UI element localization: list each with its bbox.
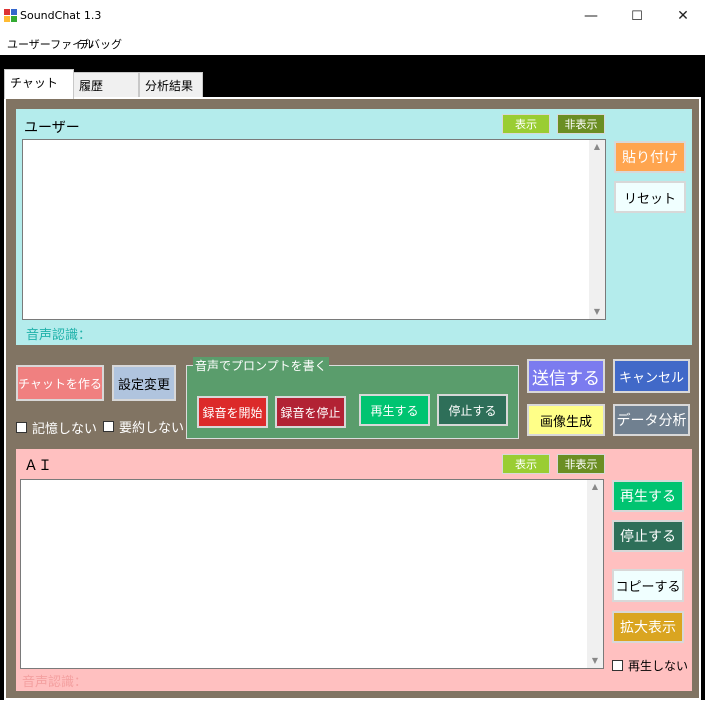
paste-button[interactable]: 貼り付け: [614, 141, 686, 173]
tab-history[interactable]: 履歴: [73, 72, 139, 98]
user-panel: ユーザー 表示 非表示 ▲ ▼ 音声認識： 貼り付け リセット: [16, 109, 692, 345]
start-recording-button[interactable]: 録音を開始: [197, 396, 268, 428]
copy-button[interactable]: コピーする: [612, 569, 684, 602]
send-button[interactable]: 送信する: [527, 359, 605, 393]
data-analysis-button[interactable]: データ分析: [613, 404, 690, 436]
cancel-button[interactable]: キャンセル: [613, 359, 690, 393]
zoom-view-button[interactable]: 拡大表示: [612, 611, 684, 643]
stop-recording-button[interactable]: 録音を停止: [275, 396, 346, 428]
reset-button[interactable]: リセット: [614, 181, 686, 213]
user-panel-title: ユーザー: [24, 120, 80, 136]
no-playback-checkbox[interactable]: 再生しない: [612, 657, 688, 674]
ai-textarea-scrollbar[interactable]: ▲ ▼: [587, 480, 603, 668]
settings-button[interactable]: 設定変更: [112, 365, 176, 401]
no-memory-checkbox-box[interactable]: [16, 422, 27, 433]
scroll-up-icon[interactable]: ▲: [587, 480, 603, 494]
bottom-edge-strip: [0, 700, 705, 705]
scroll-down-icon[interactable]: ▼: [587, 654, 603, 668]
image-generation-button[interactable]: 画像生成: [527, 404, 605, 436]
voice-prompt-group-title: 音声でプロンプトを書く: [193, 357, 329, 374]
window-title: SoundChat 1.3: [20, 9, 102, 22]
user-hide-button[interactable]: 非表示: [557, 114, 605, 134]
close-icon[interactable]: ✕: [660, 0, 705, 32]
user-textarea-scrollbar[interactable]: ▲ ▼: [589, 140, 605, 319]
tab-analysis[interactable]: 分析結果: [139, 72, 203, 98]
menu-debug[interactable]: デバッグ: [78, 36, 122, 52]
chat-tab-page: ユーザー 表示 非表示 ▲ ▼ 音声認識： 貼り付け リセット チャットを作る …: [4, 97, 701, 700]
scroll-down-icon[interactable]: ▼: [589, 305, 605, 319]
maximize-icon[interactable]: ☐: [614, 0, 660, 32]
no-summary-checkbox-box[interactable]: [103, 421, 114, 432]
no-memory-checkbox[interactable]: 記憶しない: [16, 418, 97, 437]
title-bar: SoundChat 1.3 — ☐ ✕: [0, 0, 705, 32]
ai-play-button[interactable]: 再生する: [612, 480, 684, 512]
user-input-textarea[interactable]: ▲ ▼: [22, 139, 606, 320]
create-chat-button[interactable]: チャットを作る: [16, 365, 104, 401]
user-show-button[interactable]: 表示: [502, 114, 550, 134]
app-icon: [4, 9, 17, 22]
ai-panel-title: ＡＩ: [24, 458, 52, 474]
voice-prompt-group: 音声でプロンプトを書く 録音を開始 録音を停止 再生する 停止する: [186, 357, 519, 439]
ai-output-textarea[interactable]: ▲ ▼: [20, 479, 604, 669]
no-summary-checkbox[interactable]: 要約しない: [103, 417, 184, 436]
voice-play-button[interactable]: 再生する: [359, 394, 430, 426]
ai-stop-button[interactable]: 停止する: [612, 520, 684, 552]
no-playback-checkbox-box[interactable]: [612, 660, 623, 671]
ai-voice-recognition-label: 音声認識：: [22, 675, 88, 690]
minimize-icon[interactable]: —: [568, 0, 614, 32]
user-voice-recognition-label: 音声認識：: [26, 328, 92, 343]
ai-show-button[interactable]: 表示: [502, 454, 550, 474]
ai-panel: ＡＩ 表示 非表示 ▲ ▼ 音声認識： 再生する 停止する コピーする 拡大表示…: [16, 449, 692, 691]
tab-chat[interactable]: チャット: [4, 69, 74, 99]
ai-hide-button[interactable]: 非表示: [557, 454, 605, 474]
scroll-up-icon[interactable]: ▲: [589, 140, 605, 154]
voice-stop-button[interactable]: 停止する: [437, 394, 508, 426]
menu-bar: ユーザーファイル デバッグ: [0, 32, 705, 55]
